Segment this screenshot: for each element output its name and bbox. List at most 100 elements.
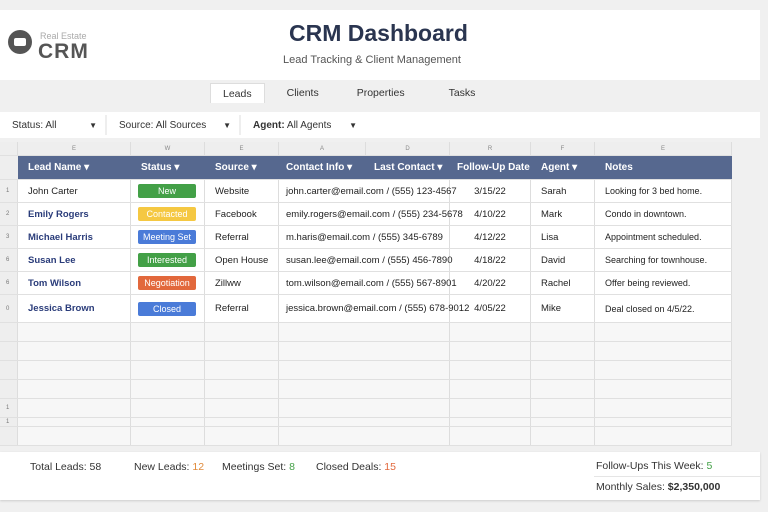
status-badge[interactable]: Closed [138,301,196,316]
status-filter[interactable]: Status: All ▼ [0,115,107,135]
empty-cell[interactable] [18,380,131,398]
empty-cell[interactable] [595,342,732,360]
source-filter[interactable]: Source: All Sources ▼ [107,115,241,135]
leads-table: E W E A D R F E Lead Name ▾ Status ▾ Sou… [0,142,732,446]
empty-cell[interactable] [595,380,732,398]
empty-cell[interactable] [279,399,450,417]
table-row[interactable]: 3 Michael Harris Meeting Set Referral m.… [0,226,732,249]
empty-cell[interactable] [18,399,131,417]
table-row[interactable]: 1 John Carter New Website john.carter@em… [0,180,732,203]
empty-row[interactable]: 1 [0,399,732,418]
empty-cell[interactable] [279,342,450,360]
header-agent[interactable]: Agent ▾ [531,156,595,179]
header-lead-name[interactable]: Lead Name ▾ [18,156,131,179]
empty-cell[interactable] [595,361,732,379]
empty-cell[interactable] [279,361,450,379]
empty-cell[interactable] [595,427,732,445]
lead-name[interactable]: John Carter [18,180,131,202]
empty-cell[interactable] [205,418,279,426]
empty-cell[interactable] [450,380,531,398]
empty-cell[interactable] [595,399,732,417]
follow-up-cell: 3/15/22 [450,180,531,202]
lead-name[interactable]: Susan Lee [18,249,131,271]
table-row[interactable]: 2 Emily Rogers Contacted Facebook emily.… [0,203,732,226]
header-follow-up-date[interactable]: Follow-Up Date [450,156,531,179]
row-number [0,361,18,379]
empty-cell[interactable] [450,427,531,445]
table-row[interactable]: 6 Susan Lee Interested Open House susan.… [0,249,732,272]
column-letter: A [279,142,366,155]
empty-cell[interactable] [131,380,205,398]
empty-cell[interactable] [279,427,450,445]
empty-cell[interactable] [18,418,131,426]
tab-clients[interactable]: Clients [275,83,331,103]
empty-cell[interactable] [531,380,595,398]
empty-row[interactable] [0,361,732,380]
empty-cell[interactable] [205,399,279,417]
empty-cell[interactable] [531,342,595,360]
chevron-down-icon: ▼ [89,120,97,130]
header-status[interactable]: Status ▾ [131,156,205,179]
empty-cell[interactable] [279,323,450,341]
empty-cell[interactable] [131,418,205,426]
lead-name[interactable]: Michael Harris [18,226,131,248]
row-number: 6 [0,249,18,271]
table-row[interactable]: 6 Tom Wilson Negotiation Zillww tom.wils… [0,272,732,295]
empty-cell[interactable] [595,418,732,426]
lead-name[interactable]: Tom Wilson [18,272,131,294]
empty-cell[interactable] [205,323,279,341]
empty-cell[interactable] [531,361,595,379]
header-notes[interactable]: Notes [595,156,732,179]
status-badge[interactable]: Meeting Set [138,230,196,244]
empty-cell[interactable] [450,342,531,360]
empty-row[interactable] [0,323,732,342]
tab-tasks[interactable]: Tasks [437,83,488,103]
empty-cell[interactable] [279,380,450,398]
tab-properties[interactable]: Properties [345,83,417,103]
status-badge[interactable]: New [138,184,196,198]
empty-row[interactable]: 1 [0,418,732,427]
empty-cell[interactable] [131,342,205,360]
source-cell: Open House [205,249,279,271]
empty-cell[interactable] [450,399,531,417]
empty-cell[interactable] [18,361,131,379]
empty-cell[interactable] [205,427,279,445]
empty-cell[interactable] [450,418,531,426]
empty-cell[interactable] [531,427,595,445]
empty-cell[interactable] [531,418,595,426]
empty-row[interactable] [0,427,732,446]
follow-up-cell: 4/20/22 [450,272,531,294]
empty-cell[interactable] [131,361,205,379]
header-last-contact[interactable]: Last Contact ▾ [366,156,450,179]
status-badge[interactable]: Interested [138,253,196,267]
empty-cell[interactable] [131,427,205,445]
empty-cell[interactable] [205,342,279,360]
empty-cell[interactable] [18,342,131,360]
empty-cell[interactable] [531,399,595,417]
header-contact-info[interactable]: Contact Info ▾ [279,156,366,179]
lead-name[interactable]: Jessica Brown [18,295,131,322]
contact-cell: jessica.brown@email.com / (555) 678-9012 [279,295,469,322]
empty-row[interactable] [0,380,732,399]
tab-leads[interactable]: Leads [210,83,265,103]
row-number [0,380,18,398]
empty-cell[interactable] [18,427,131,445]
empty-cell[interactable] [205,361,279,379]
empty-row[interactable] [0,342,732,361]
empty-cell[interactable] [531,323,595,341]
empty-cell[interactable] [205,380,279,398]
table-row[interactable]: 0 Jessica Brown Closed Referral jessica.… [0,295,732,323]
empty-cell[interactable] [450,323,531,341]
empty-cell[interactable] [18,323,131,341]
header-source[interactable]: Source ▾ [205,156,279,179]
agent-filter[interactable]: Agent: All Agents ▼ [241,115,365,135]
empty-cell[interactable] [131,399,205,417]
empty-cell[interactable] [595,323,732,341]
empty-cell[interactable] [131,323,205,341]
source-cell: Website [205,180,279,202]
empty-cell[interactable] [279,418,450,426]
empty-cell[interactable] [450,361,531,379]
status-badge[interactable]: Contacted [138,207,196,221]
lead-name[interactable]: Emily Rogers [18,203,131,225]
status-badge[interactable]: Negotiation [138,276,196,290]
